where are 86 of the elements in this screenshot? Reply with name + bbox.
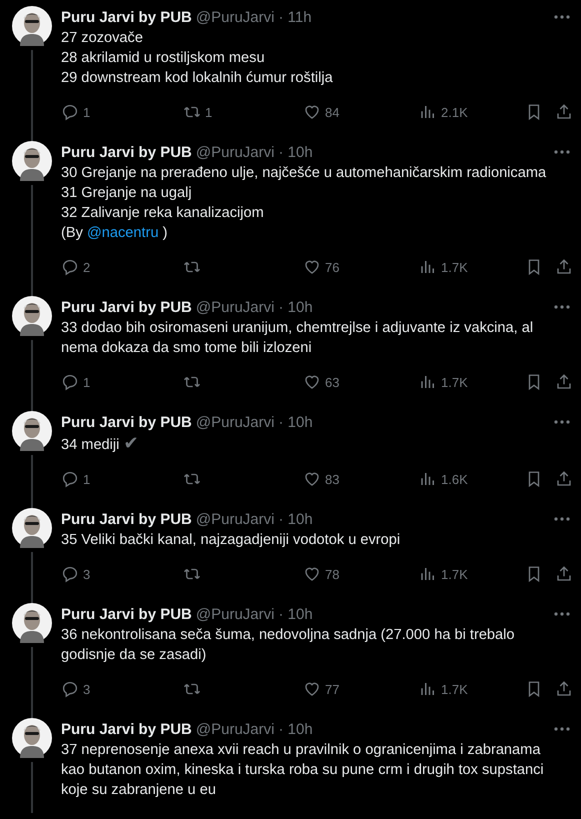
author-handle[interactable]: @PuruJarvi <box>196 298 274 316</box>
author-name[interactable]: Puru Jarvi by PUB <box>61 298 192 316</box>
share-icon[interactable] <box>555 565 573 583</box>
views-icon[interactable] <box>419 470 437 488</box>
repost-count: 1 <box>205 104 212 120</box>
views-icon[interactable] <box>419 103 437 121</box>
view-count: 1.7K <box>441 682 468 696</box>
view-count: 2.1K <box>441 104 468 120</box>
reply-icon[interactable] <box>61 470 79 488</box>
share-icon[interactable] <box>555 373 573 391</box>
avatar[interactable] <box>12 603 52 643</box>
post-text: 30 Grejanje na prerađeno ulje, najčešće u automehaničarskim radionicama 31 Grejanje na ugalj 32 Zalivanje reka kanalizacijom (By @nacentru ) <box>61 164 548 243</box>
like-icon[interactable] <box>303 565 321 583</box>
reply-count: 1 <box>83 104 90 120</box>
more-icon[interactable] <box>553 612 571 616</box>
post-text: 34 mediji ✔ <box>61 433 140 455</box>
post-text: 37 neprenosenje anexa xvii reach u pravilnik o ogranicenjima i zabranama kao butanon oxim, kineska i turska roba su pune crm i drugih tox supstanci koje su zabranjene u eu <box>61 741 545 800</box>
author-name[interactable]: Puru Jarvi by PUB <box>61 510 192 528</box>
reply-icon[interactable] <box>61 565 79 583</box>
post-text: 27 zozovače 28 akrilamid u rostiljskom mesu 29 downstream kod lokalnih ćumur roštilja <box>61 29 334 88</box>
like-icon[interactable] <box>303 258 321 276</box>
like-icon[interactable] <box>303 373 321 391</box>
like-count: 77 <box>325 682 340 696</box>
author-handle[interactable]: @PuruJarvi <box>196 510 274 528</box>
more-icon[interactable] <box>553 727 571 731</box>
post-text: 35 Veliki bački kanal, najzagadjeniji vodotok u evropi <box>61 531 402 550</box>
view-count: 1.7K <box>441 566 468 582</box>
views-icon[interactable] <box>419 373 437 391</box>
avatar[interactable] <box>12 411 52 451</box>
view-count: 1.7K <box>441 374 468 390</box>
share-icon[interactable] <box>555 680 573 698</box>
reply-count: 3 <box>83 682 90 696</box>
avatar[interactable] <box>12 718 52 758</box>
like-count: 76 <box>325 260 340 274</box>
more-icon[interactable] <box>553 305 571 309</box>
views-icon[interactable] <box>419 565 437 583</box>
like-icon[interactable] <box>303 470 321 488</box>
author-name[interactable]: Puru Jarvi by PUB <box>61 720 192 738</box>
reply-icon[interactable] <box>61 258 79 276</box>
more-icon[interactable] <box>553 420 571 424</box>
reply-count: 2 <box>83 260 90 274</box>
more-icon[interactable] <box>553 150 571 154</box>
like-icon[interactable] <box>303 680 321 698</box>
avatar[interactable] <box>12 6 52 46</box>
post-time[interactable]: · 10h <box>278 414 313 430</box>
author-handle[interactable]: @PuruJarvi <box>196 144 274 160</box>
like-count: 84 <box>325 104 340 120</box>
mention-link[interactable]: @nacentru <box>86 225 159 241</box>
post-time[interactable]: · 11h <box>278 8 312 26</box>
reply-count: 1 <box>83 472 90 486</box>
share-icon[interactable] <box>555 470 573 488</box>
views-icon[interactable] <box>419 680 437 698</box>
author-handle[interactable]: @PuruJarvi <box>196 606 274 622</box>
post-time[interactable]: · 10h <box>278 144 313 160</box>
post-time[interactable]: · 10h <box>278 606 313 622</box>
reply-count: 3 <box>83 566 90 582</box>
more-icon[interactable] <box>553 517 571 521</box>
reply-icon[interactable] <box>61 680 79 698</box>
author-handle[interactable]: @PuruJarvi <box>196 8 274 26</box>
post-text: 36 nekontrolisana seča šuma, nedovoljna sadnja (27.000 ha bi trebalo godisnje da se zasadi) <box>61 626 516 665</box>
share-icon[interactable] <box>555 103 573 121</box>
like-count: 63 <box>325 374 340 390</box>
avatar[interactable] <box>12 508 52 548</box>
post-time[interactable]: · 10h <box>278 298 313 316</box>
view-count: 1.6K <box>441 472 468 486</box>
reply-icon[interactable] <box>61 103 79 121</box>
more-icon[interactable] <box>553 15 571 19</box>
post-time[interactable]: · 10h <box>278 510 313 528</box>
like-icon[interactable] <box>303 103 321 121</box>
views-icon[interactable] <box>419 258 437 276</box>
avatar[interactable] <box>12 141 52 181</box>
share-icon[interactable] <box>555 258 573 276</box>
reply-count: 1 <box>83 374 90 390</box>
author-name[interactable]: Puru Jarvi by PUB <box>61 606 192 622</box>
post-time[interactable]: · 10h <box>278 720 313 738</box>
author-handle[interactable]: @PuruJarvi <box>196 720 274 738</box>
avatar[interactable] <box>12 296 52 336</box>
author-name[interactable]: Puru Jarvi by PUB <box>61 414 192 430</box>
like-count: 83 <box>325 472 340 486</box>
view-count: 1.7K <box>441 260 468 274</box>
author-handle[interactable]: @PuruJarvi <box>196 414 274 430</box>
reply-icon[interactable] <box>61 373 79 391</box>
like-count: 78 <box>325 566 340 582</box>
author-name[interactable]: Puru Jarvi by PUB <box>61 144 192 160</box>
post-text: 33 dodao bih osiromaseni uranijum, chemtrejlse i adjuvante iz vakcina, al nema dokaza da smo tome bili izlozeni <box>61 319 534 358</box>
author-name[interactable]: Puru Jarvi by PUB <box>61 8 192 26</box>
